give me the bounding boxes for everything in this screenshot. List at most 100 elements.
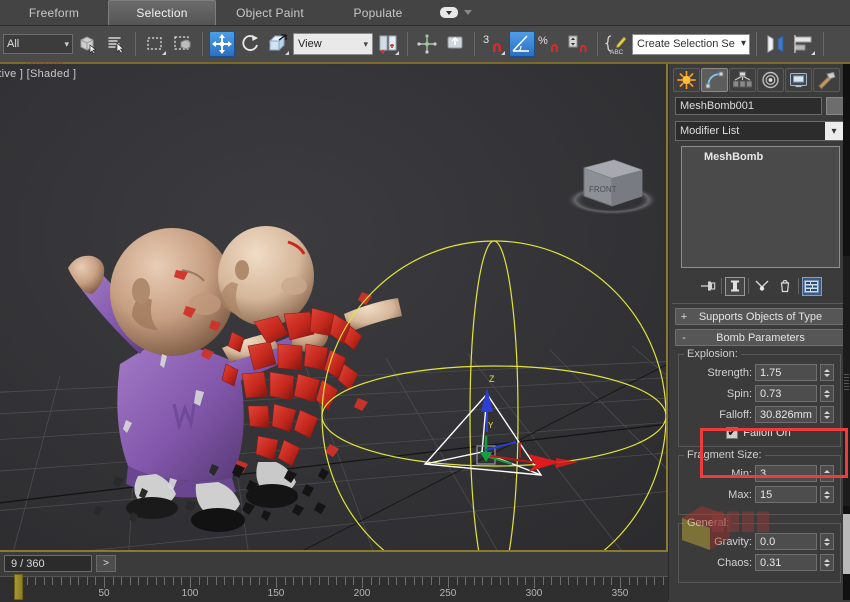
- show-end-result-button[interactable]: [724, 276, 745, 296]
- select-and-move-button[interactable]: [209, 31, 235, 57]
- pin-stack-button[interactable]: [698, 277, 718, 296]
- snaps-toggle-3d-button[interactable]: 3: [481, 31, 507, 57]
- param-strength-spinner[interactable]: [820, 364, 834, 381]
- dropdown-icon[interactable]: [440, 7, 458, 18]
- param-max-field[interactable]: 15: [755, 486, 817, 503]
- align-button[interactable]: [791, 31, 817, 57]
- ruler-tick: [284, 577, 286, 585]
- reference-coordinate-system-dropdown[interactable]: View ▾: [293, 33, 373, 55]
- ribbon-tab-selection[interactable]: Selection: [108, 0, 216, 25]
- edit-named-selection-sets-button[interactable]: ABC: [604, 31, 630, 57]
- scrollbar-thumb[interactable]: [843, 514, 850, 574]
- ruler-label: 350: [611, 588, 629, 599]
- angle-snap-toggle-button[interactable]: [509, 31, 535, 57]
- param-spin-field[interactable]: 0.73: [755, 385, 817, 402]
- make-unique-button[interactable]: [752, 277, 772, 296]
- modifier-stack[interactable]: MeshBomb: [681, 146, 840, 268]
- ribbon-overflow-group: [440, 0, 472, 25]
- command-tab-hierarchy[interactable]: [729, 68, 756, 92]
- stack-separator: [720, 278, 722, 294]
- ruler-tick: [52, 577, 54, 585]
- ruler-tick: [344, 577, 346, 585]
- select-and-rotate-button[interactable]: [237, 31, 263, 57]
- svg-text:%: %: [538, 35, 548, 47]
- rollout-bomb-parameters[interactable]: - Bomb Parameters: [675, 329, 844, 346]
- select-and-scale-button[interactable]: [265, 31, 291, 57]
- group-general: General: Gravity: 0.0 Chaos: 0.31: [678, 517, 841, 583]
- rectangular-selection-region-button[interactable]: [142, 31, 168, 57]
- next-frame-button[interactable]: >: [96, 555, 116, 572]
- modifier-stack-item-meshbomb[interactable]: MeshBomb: [682, 150, 839, 164]
- command-tab-modify[interactable]: [701, 68, 728, 92]
- chevron-down-icon[interactable]: [464, 10, 472, 15]
- ruler-tick: [542, 577, 544, 585]
- configure-modifier-sets-button[interactable]: [801, 276, 822, 296]
- scrollbar-grip[interactable]: [844, 374, 849, 392]
- object-color-swatch[interactable]: [826, 97, 844, 115]
- param-chaos-label: Chaos:: [717, 556, 752, 569]
- param-spin-label: Spin:: [726, 387, 752, 400]
- command-tab-utilities[interactable]: [813, 68, 840, 92]
- ruler-tick: [258, 577, 260, 585]
- param-strength-field[interactable]: 1.75: [755, 364, 817, 381]
- command-tab-create[interactable]: [673, 68, 700, 92]
- use-pivot-point-center-button[interactable]: [375, 31, 401, 57]
- ruler-tick: [473, 577, 475, 585]
- param-spin-spinner[interactable]: [820, 385, 834, 402]
- ruler-tick: [602, 577, 604, 585]
- object-name-field[interactable]: MeshBomb001: [675, 97, 822, 115]
- selection-filter-dropdown[interactable]: All ▾: [3, 34, 73, 54]
- perspective-viewport[interactable]: Z Y FRONT ective ]: [0, 64, 668, 552]
- ribbon-tab-object-paint[interactable]: Object Paint: [216, 0, 324, 25]
- param-chaos-spinner[interactable]: [820, 554, 834, 571]
- viewport-label: ective ] [Shaded ]: [0, 68, 77, 80]
- param-gravity-spinner[interactable]: [820, 533, 834, 550]
- chevron-down-icon: ▾: [825, 122, 843, 140]
- param-falloff-spinner[interactable]: [820, 406, 834, 423]
- object-name-value: MeshBomb001: [680, 100, 754, 112]
- falloff-on-checkbox[interactable]: [726, 425, 739, 439]
- select-by-name-button[interactable]: [103, 31, 129, 57]
- ruler-tick: [620, 577, 621, 588]
- percent-snap-toggle-button[interactable]: %: [537, 31, 563, 57]
- window-crossing-button[interactable]: [170, 31, 196, 57]
- timeline-ruler[interactable]: 50 100 150 200 250 300 350: [0, 576, 668, 602]
- remove-modifier-button[interactable]: [775, 277, 795, 296]
- param-min-field[interactable]: 3: [755, 465, 817, 482]
- ruler-tick: [198, 577, 200, 585]
- spinner-snap-icon: [568, 35, 587, 52]
- ruler-tick: [465, 577, 467, 585]
- command-panel-tabs: [669, 64, 850, 95]
- ruler-tick: [301, 577, 303, 585]
- named-selection-set-combo[interactable]: Create Selection Se ▾: [632, 33, 750, 55]
- ruler-tick: [422, 577, 424, 585]
- command-panel-scrollbar[interactable]: [843, 64, 850, 600]
- current-frame-field[interactable]: 9 / 360: [4, 555, 92, 572]
- param-chaos-field[interactable]: 0.31: [755, 554, 817, 571]
- param-gravity-field[interactable]: 0.0: [755, 533, 817, 550]
- modifier-list-dropdown[interactable]: Modifier List ▾: [675, 121, 844, 141]
- snap-to-grid-button[interactable]: [442, 31, 468, 57]
- select-object-button[interactable]: [75, 31, 101, 57]
- param-falloff-field[interactable]: 30.826mm: [755, 406, 817, 423]
- param-min-spinner[interactable]: [820, 465, 834, 482]
- ruler-tick: [370, 577, 372, 585]
- param-max-value: 15: [760, 488, 773, 501]
- spinner-snap-toggle-button[interactable]: [565, 31, 591, 57]
- command-tab-display[interactable]: [785, 68, 812, 92]
- ribbon-tab-populate[interactable]: Populate: [324, 0, 432, 25]
- ribbon-tab-freeform[interactable]: Freeform: [0, 0, 108, 25]
- param-falloff-value: 30.826mm: [760, 408, 812, 421]
- selection-filter-value: All: [7, 38, 20, 50]
- named-selection-set-value: Create Selection Se: [637, 38, 735, 50]
- param-gravity-label: Gravity:: [714, 535, 752, 548]
- command-tab-motion[interactable]: [757, 68, 784, 92]
- ruler-tick: [645, 577, 647, 585]
- ruler-tick: [138, 577, 140, 585]
- ruler-tick: [551, 577, 553, 585]
- param-max-spinner[interactable]: [820, 486, 834, 503]
- time-slider-handle[interactable]: [14, 574, 23, 600]
- rollout-supports-objects-of-type[interactable]: + Supports Objects of Type: [675, 308, 844, 325]
- mirror-button[interactable]: [763, 31, 789, 57]
- select-and-manipulate-button[interactable]: [414, 31, 440, 57]
